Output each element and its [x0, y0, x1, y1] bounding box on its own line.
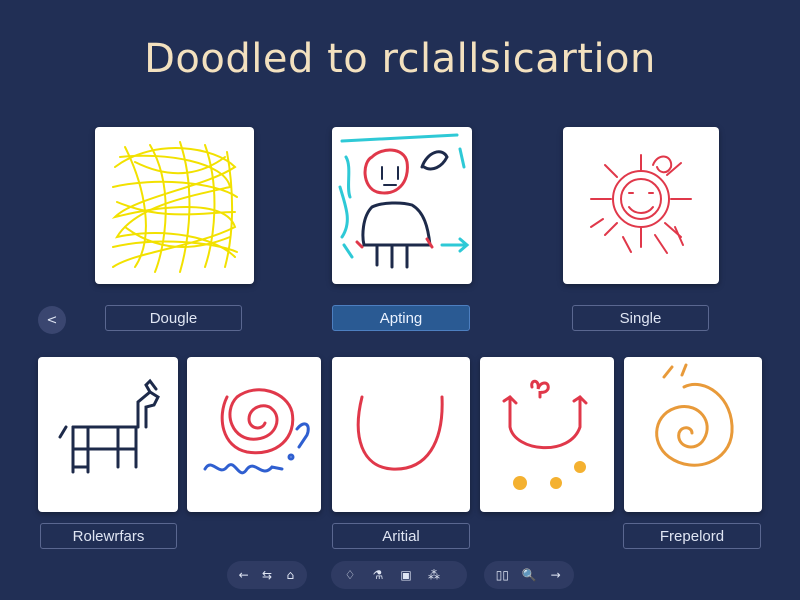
- toolbar-group-view: ▯▯ 🔍 →: [484, 561, 574, 589]
- doodle-card-scribble[interactable]: [95, 127, 254, 284]
- doodle-card-figure[interactable]: [332, 127, 472, 284]
- label-apting[interactable]: Apting: [332, 305, 470, 331]
- scribble-doodle: [111, 141, 238, 273]
- toolbar-group-navigation: ← ⇆ ⌂: [227, 561, 307, 589]
- doodle-card-arch[interactable]: [332, 357, 470, 512]
- search-icon[interactable]: 🔍: [521, 568, 538, 582]
- swap-icon[interactable]: ⇆: [260, 568, 273, 582]
- settings-icon[interactable]: ⁂: [425, 568, 443, 582]
- stick-figure-doodle: [338, 133, 470, 269]
- doodle-card-face[interactable]: [480, 357, 614, 512]
- home-icon[interactable]: ⌂: [284, 568, 297, 582]
- label-aritial[interactable]: Aritial: [332, 523, 470, 549]
- arrow-right-icon[interactable]: →: [547, 568, 564, 582]
- arrow-left-icon[interactable]: ←: [237, 568, 250, 582]
- horse-doodle: [58, 378, 160, 474]
- arch-doodle: [356, 395, 444, 471]
- face-doodle: [502, 379, 588, 490]
- image-icon[interactable]: ▣: [397, 568, 415, 582]
- toolbar-group-tools: ♢ ⚗ ▣ ⁂: [331, 561, 467, 589]
- back-icon: <: [46, 312, 58, 328]
- doodle-card-sun[interactable]: [563, 127, 719, 284]
- spiral-doodle: [203, 388, 310, 475]
- flask-icon[interactable]: ⚗: [369, 568, 387, 582]
- snail-doodle: [655, 363, 734, 467]
- label-dougle[interactable]: Dougle: [105, 305, 242, 331]
- label-single[interactable]: Single: [572, 305, 709, 331]
- back-button[interactable]: <: [38, 306, 66, 334]
- label-rolewrfars[interactable]: Rolewrfars: [40, 523, 177, 549]
- page-title: Doodled to rclallsicartion: [144, 36, 656, 82]
- columns-icon[interactable]: ▯▯: [494, 568, 511, 582]
- doodle-card-snail[interactable]: [624, 357, 762, 512]
- lightbulb-icon[interactable]: ♢: [341, 568, 359, 582]
- label-frepelord[interactable]: Frepelord: [623, 523, 761, 549]
- sun-doodle: [590, 154, 692, 254]
- doodle-card-spiral[interactable]: [187, 357, 321, 512]
- doodle-card-horse[interactable]: [38, 357, 178, 512]
